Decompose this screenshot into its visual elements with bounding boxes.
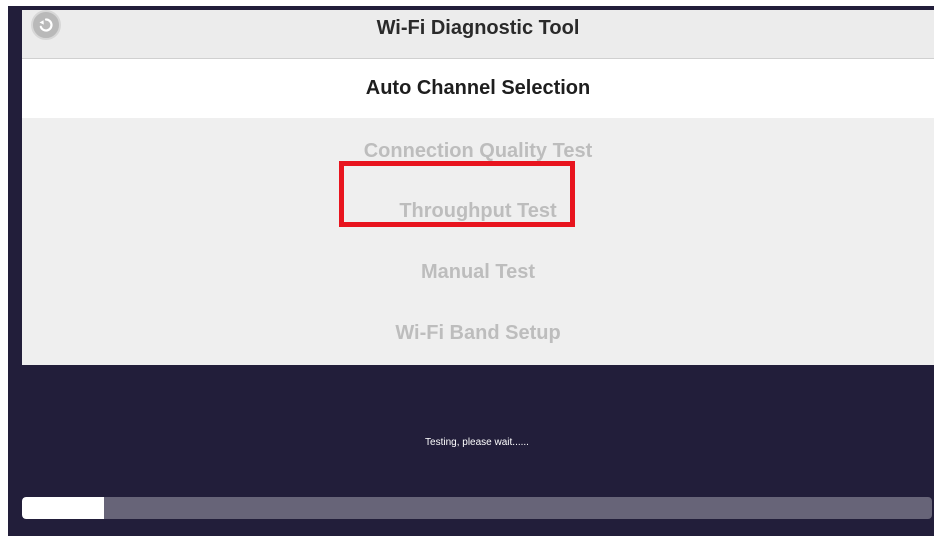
menu-item-connection-quality-test[interactable]: Connection Quality Test <box>22 127 934 175</box>
status-message: Testing, please wait...... <box>425 437 529 448</box>
menu-item-wifi-band-setup[interactable]: Wi-Fi Band Setup <box>22 309 934 357</box>
menu-item-manual-test[interactable]: Manual Test <box>22 248 934 296</box>
menu-item-throughput-test[interactable]: Throughput Test <box>22 187 934 235</box>
progress-fill <box>22 497 104 519</box>
header-bar: Wi-Fi Diagnostic Tool <box>22 10 934 59</box>
screen: Wi-Fi Diagnostic Tool Auto Channel Selec… <box>0 0 934 536</box>
menu-item-auto-channel-selection[interactable]: Auto Channel Selection <box>22 59 934 118</box>
menu-panel: Wi-Fi Diagnostic Tool Auto Channel Selec… <box>22 10 934 365</box>
progress-bar <box>22 497 932 519</box>
page-title: Wi-Fi Diagnostic Tool <box>376 17 580 39</box>
